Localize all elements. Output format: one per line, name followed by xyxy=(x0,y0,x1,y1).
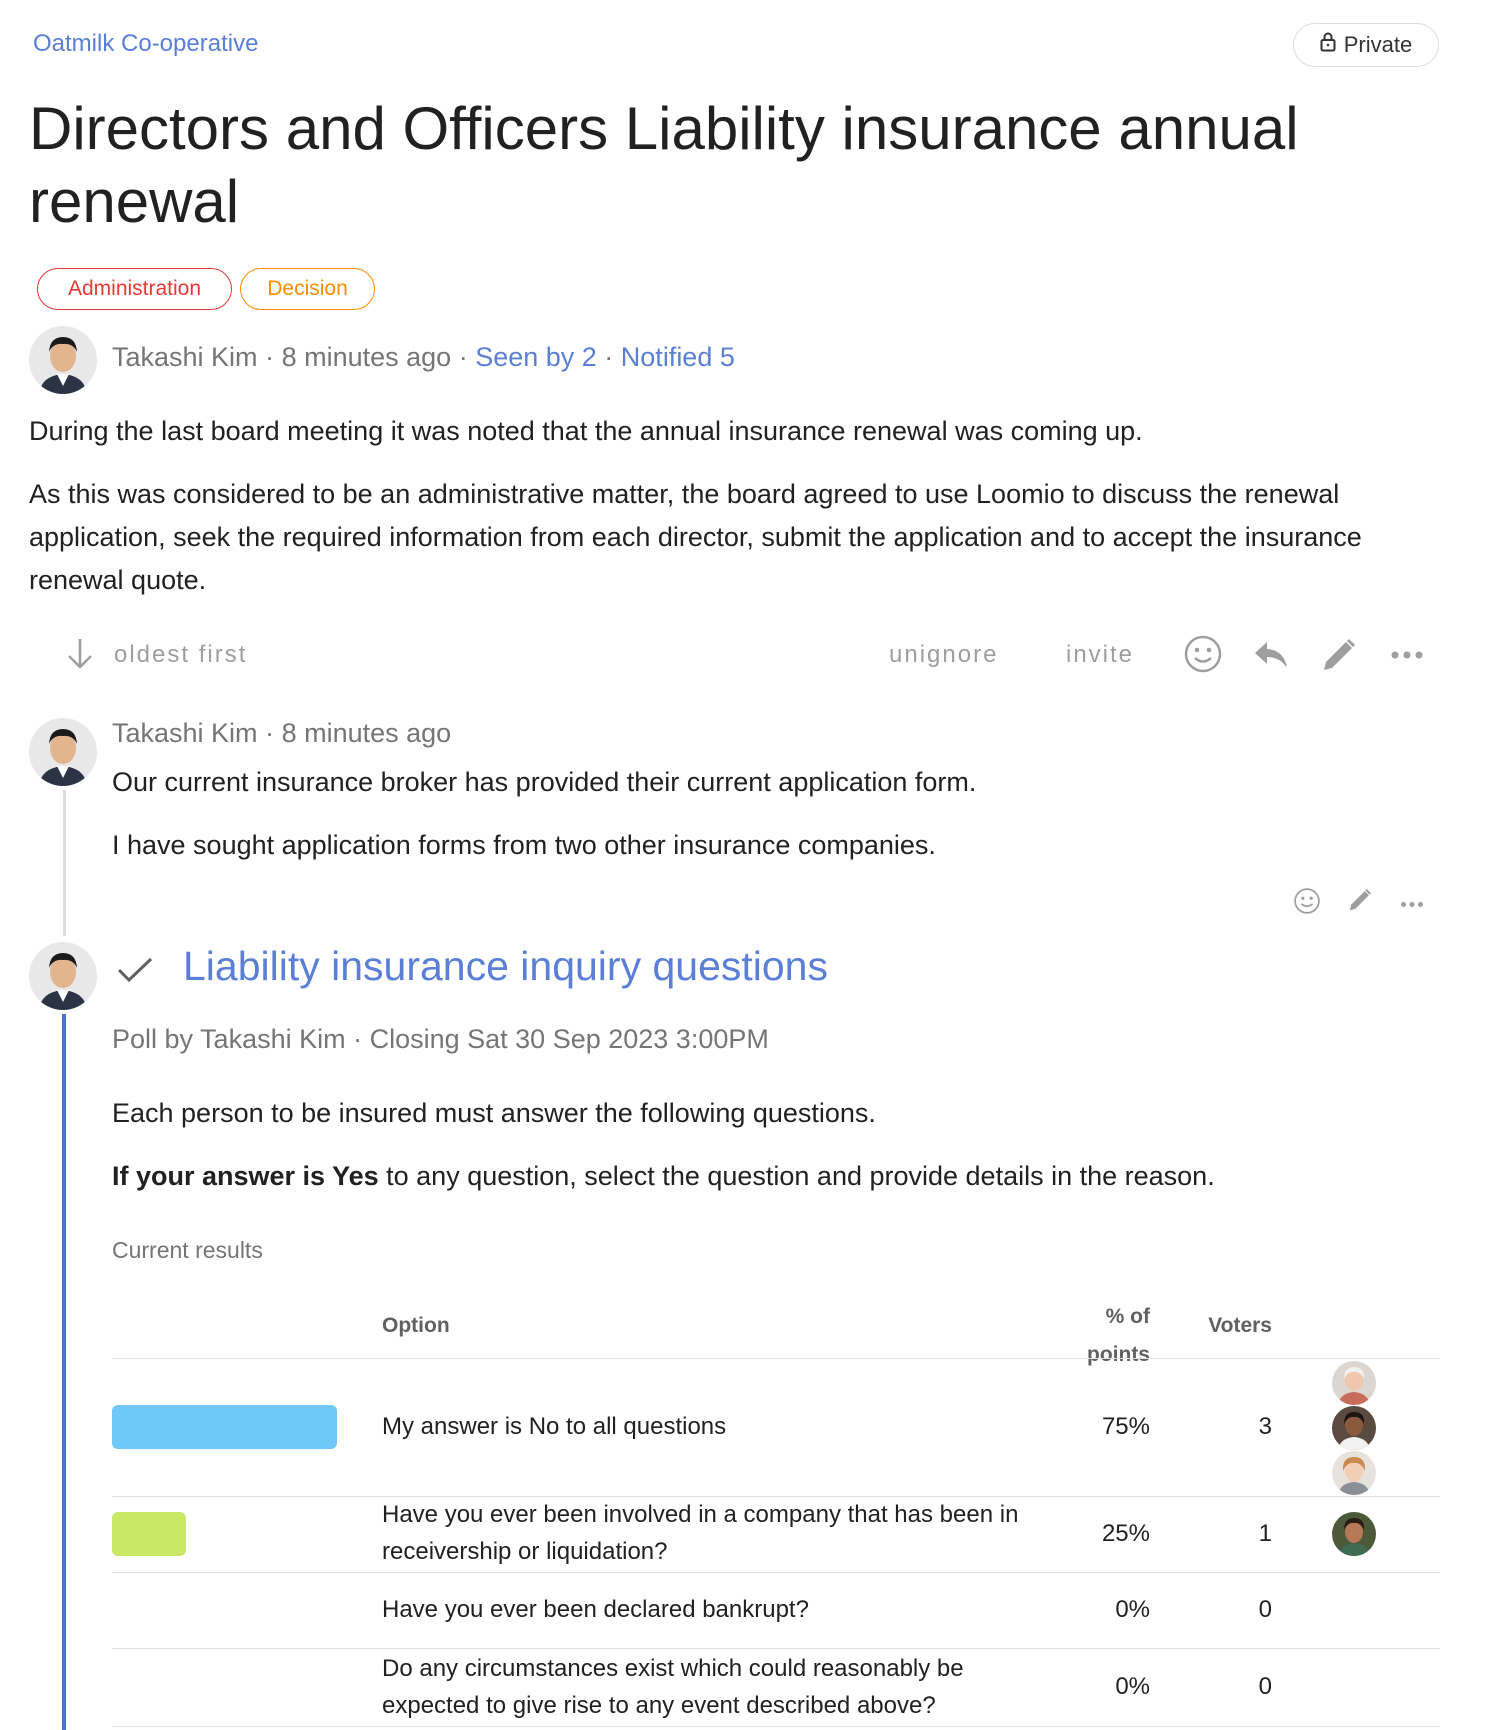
avatar[interactable] xyxy=(29,718,97,786)
option-voter-count: 3 xyxy=(1258,1413,1272,1440)
discussion-meta: Takashi Kim · 8 minutes ago · Seen by 2 … xyxy=(112,342,735,372)
option-label: Have you ever been involved in a company… xyxy=(382,1501,1019,1565)
smiley-icon[interactable] xyxy=(1293,887,1321,920)
table-divider xyxy=(112,1648,1440,1649)
privacy-button[interactable]: Private xyxy=(1293,23,1439,67)
table-divider xyxy=(112,1726,1440,1727)
comment-paragraph: I have sought application forms from two… xyxy=(112,830,936,860)
column-header-voters: Voters xyxy=(1208,1314,1272,1337)
notified-link[interactable]: Notified 5 xyxy=(621,342,735,372)
results-label: Current results xyxy=(112,1237,263,1263)
avatar[interactable] xyxy=(29,326,97,394)
option-label: Do any circumstances exist which could r… xyxy=(382,1655,964,1719)
voter-avatar[interactable] xyxy=(1332,1406,1376,1450)
reply-icon[interactable] xyxy=(1252,638,1290,677)
more-horiz-icon[interactable] xyxy=(1390,648,1424,666)
result-bar xyxy=(112,1512,186,1556)
table-divider xyxy=(112,1572,1440,1573)
timestamp[interactable]: 8 minutes ago xyxy=(282,718,452,748)
option-percent: 75% xyxy=(1101,1413,1150,1440)
smiley-icon[interactable] xyxy=(1183,634,1223,679)
option-percent: 0% xyxy=(1115,1596,1150,1623)
option-label: Have you ever been declared bankrupt? xyxy=(382,1596,809,1623)
voter-avatar[interactable] xyxy=(1332,1512,1376,1556)
column-header-percent-line: % of xyxy=(1105,1305,1150,1328)
description-text: to any question, select the question and… xyxy=(378,1161,1215,1191)
voter-avatar[interactable] xyxy=(1332,1451,1376,1495)
poll-title[interactable]: Liability insurance inquiry questions xyxy=(183,943,828,990)
pencil-icon[interactable] xyxy=(1320,636,1358,679)
tag-decision[interactable]: Decision xyxy=(240,268,375,310)
avatar[interactable] xyxy=(29,942,97,1010)
option-percent: 0% xyxy=(1115,1673,1150,1700)
poll-description: Each person to be insured must answer th… xyxy=(112,1098,876,1128)
option-voter-count: 0 xyxy=(1258,1673,1272,1700)
column-header-percent-line: points xyxy=(1087,1343,1150,1366)
option-label: My answer is No to all questions xyxy=(382,1413,727,1440)
author-name[interactable]: Takashi Kim xyxy=(112,342,258,372)
column-header-option: Option xyxy=(382,1314,450,1337)
pencil-icon[interactable] xyxy=(1347,887,1373,918)
lock-icon xyxy=(1320,32,1336,58)
tag-administration[interactable]: Administration xyxy=(37,268,232,310)
thread-line xyxy=(63,790,66,936)
comment-paragraph: Our current insurance broker has provide… xyxy=(112,767,977,797)
option-voter-count: 0 xyxy=(1258,1596,1272,1623)
seen-by-link[interactable]: Seen by 2 xyxy=(475,342,597,372)
checkmark-icon xyxy=(116,955,154,990)
voter-avatar[interactable] xyxy=(1332,1361,1376,1405)
result-bar xyxy=(112,1405,337,1449)
poll-thread-line xyxy=(62,1014,66,1730)
comment-meta: Takashi Kim · 8 minutes ago xyxy=(112,718,452,748)
more-horiz-icon[interactable] xyxy=(1400,896,1424,914)
option-percent: 25% xyxy=(1101,1520,1150,1547)
poll-description: If your answer is Yes to any question, s… xyxy=(112,1155,1432,1198)
group-link[interactable]: Oatmilk Co-operative xyxy=(33,30,258,58)
unignore-button[interactable]: unignore xyxy=(889,641,998,669)
timestamp[interactable]: 8 minutes ago xyxy=(282,342,452,372)
description-emphasis: If your answer is Yes xyxy=(112,1161,379,1191)
invite-button[interactable]: invite xyxy=(1066,641,1134,669)
arrow-down-icon[interactable] xyxy=(64,636,96,675)
page-title: Directors and Officers Liability insuran… xyxy=(29,95,1299,235)
privacy-label: Private xyxy=(1343,32,1413,57)
discussion-paragraph: During the last board meeting it was not… xyxy=(29,416,1143,446)
option-voter-count: 1 xyxy=(1258,1520,1272,1547)
column-header-percent: % of points xyxy=(1000,1298,1150,1374)
table-divider xyxy=(112,1358,1440,1359)
discussion-paragraph: As this was considered to be an administ… xyxy=(29,479,1362,595)
author-name[interactable]: Takashi Kim xyxy=(112,718,258,748)
sort-order-button[interactable]: oldest first xyxy=(114,641,247,669)
poll-meta: Poll by Takashi Kim · Closing Sat 30 Sep… xyxy=(112,1024,769,1054)
